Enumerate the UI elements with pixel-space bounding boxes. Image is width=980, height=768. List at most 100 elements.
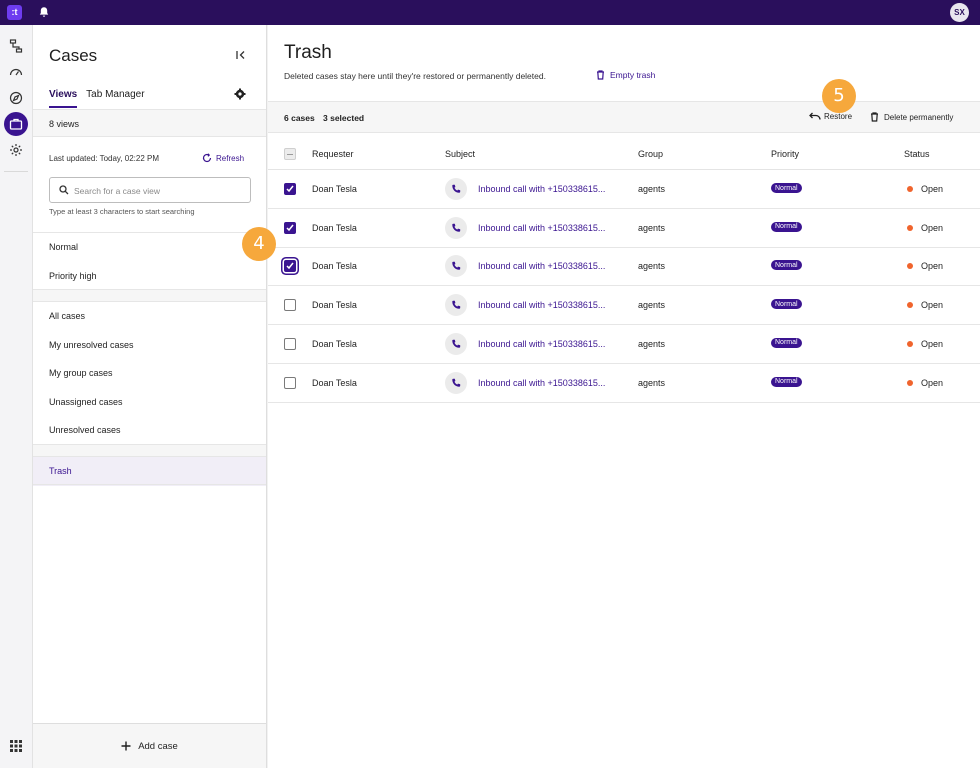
- search-input[interactable]: [74, 183, 244, 198]
- divider: [33, 484, 266, 485]
- table-row[interactable]: Doan Tesla Inbound call with +150338615..…: [268, 170, 980, 209]
- status-dot: [907, 340, 913, 347]
- flow-icon[interactable]: [8, 38, 24, 54]
- restore-button[interactable]: Restore: [809, 112, 852, 121]
- empty-trash-label: Empty trash: [610, 70, 656, 80]
- sidebar-item-unresolved[interactable]: Unresolved cases: [33, 416, 266, 445]
- priority-badge: Normal: [771, 299, 802, 310]
- row-checkbox[interactable]: [284, 299, 296, 312]
- compass-icon[interactable]: [8, 90, 24, 106]
- table-row[interactable]: Doan Tesla Inbound call with +150338615..…: [268, 209, 980, 248]
- views-count-bar: 8 views: [33, 109, 266, 137]
- row-checkbox[interactable]: [284, 183, 296, 195]
- group-divider: [33, 444, 266, 456]
- column-header-subject[interactable]: Subject: [445, 149, 475, 159]
- table-row[interactable]: Doan Tesla Inbound call with +150338615..…: [268, 247, 980, 287]
- last-updated: Last updated: Today, 02:22 PM: [49, 154, 160, 163]
- subject-link[interactable]: Inbound call with +150338615...: [478, 261, 624, 271]
- rail-divider: [4, 171, 28, 172]
- group-cell: agents: [638, 377, 666, 388]
- tab-views[interactable]: Views: [49, 89, 78, 108]
- subject-link[interactable]: Inbound call with +150338615...: [478, 378, 624, 388]
- requester-cell: Doan Tesla: [312, 222, 357, 233]
- collapse-sidebar-icon[interactable]: [235, 49, 247, 61]
- sidebar-item-trash[interactable]: Trash: [33, 457, 266, 486]
- select-all-checkbox[interactable]: [284, 148, 296, 160]
- refresh-button[interactable]: Refresh: [202, 153, 244, 163]
- requester-cell: Doan Tesla: [312, 377, 357, 388]
- search-icon: [59, 185, 69, 195]
- subject-link[interactable]: Inbound call with +150338615...: [478, 300, 624, 310]
- settings-icon[interactable]: [8, 142, 24, 158]
- bell-icon[interactable]: [38, 6, 50, 18]
- app-logo[interactable]: :t: [7, 5, 22, 20]
- briefcase-icon[interactable]: [4, 112, 28, 136]
- column-header-requester[interactable]: Requester: [312, 149, 354, 159]
- search-hint: Type at least 3 characters to start sear…: [49, 207, 195, 216]
- views-group-priority: Normal Priority high: [33, 232, 266, 290]
- sidebar-item-priority-high[interactable]: Priority high: [33, 262, 266, 291]
- group-cell: agents: [638, 338, 666, 349]
- add-case-button[interactable]: Add case: [33, 723, 266, 768]
- requester-cell: Doan Tesla: [312, 261, 357, 272]
- row-checkbox[interactable]: [284, 260, 296, 273]
- selected-count: 3 selected: [323, 113, 365, 123]
- sidebar-item-unassigned[interactable]: Unassigned cases: [33, 388, 266, 417]
- user-avatar[interactable]: SX: [950, 3, 969, 22]
- row-checkbox[interactable]: [284, 337, 296, 350]
- table-row[interactable]: Doan Tesla Inbound call with +150338615..…: [268, 364, 980, 403]
- status-label: Open: [921, 338, 944, 349]
- phone-icon: [445, 371, 467, 394]
- refresh-icon: [202, 153, 212, 163]
- delete-permanently-button[interactable]: Delete permanently: [870, 112, 953, 122]
- search-views-field[interactable]: [49, 177, 251, 203]
- subject-link[interactable]: Inbound call with +150338615...: [478, 223, 624, 233]
- apps-grid-icon[interactable]: [8, 738, 24, 754]
- row-checkbox[interactable]: [284, 376, 296, 389]
- sidebar-item-my-group[interactable]: My group cases: [33, 359, 266, 388]
- add-case-label: Add case: [138, 740, 178, 752]
- phone-icon: [445, 216, 467, 239]
- phone-icon: [445, 178, 467, 200]
- table-row[interactable]: Doan Tesla Inbound call with +150338615..…: [268, 325, 980, 364]
- status-cell: Open: [907, 261, 943, 271]
- column-header-group[interactable]: Group: [638, 149, 663, 159]
- status-label: Open: [921, 377, 944, 388]
- sidebar-item-normal[interactable]: Normal: [33, 233, 266, 262]
- group-cell: agents: [638, 300, 666, 311]
- case-count: 6 cases: [284, 113, 315, 123]
- trash-icon: [871, 112, 878, 122]
- gear-icon[interactable]: [234, 88, 246, 100]
- group-divider: [33, 289, 266, 301]
- status-cell: Open: [907, 339, 943, 349]
- group-cell: agents: [638, 184, 666, 194]
- subject-link[interactable]: Inbound call with +150338615...: [478, 184, 624, 194]
- status-cell: Open: [907, 378, 943, 388]
- status-label: Open: [921, 300, 944, 311]
- delete-permanently-label: Delete permanently: [884, 112, 954, 122]
- sidebar-title: Cases: [49, 46, 98, 65]
- tab-tab-manager[interactable]: Tab Manager: [86, 89, 144, 108]
- requester-cell: Doan Tesla: [312, 300, 357, 311]
- priority-badge: Normal: [771, 221, 802, 232]
- sidebar-item-my-unresolved[interactable]: My unresolved cases: [33, 331, 266, 360]
- undo-icon: [809, 112, 821, 120]
- trash-icon: [597, 70, 604, 80]
- requester-cell: Doan Tesla: [312, 338, 357, 349]
- refresh-label: Refresh: [216, 153, 245, 163]
- views-count: 8 views: [49, 119, 80, 129]
- column-header-status[interactable]: Status: [904, 149, 930, 159]
- dashboard-icon[interactable]: [8, 64, 24, 80]
- phone-icon: [445, 294, 467, 317]
- requester-cell: Doan Tesla: [312, 184, 357, 194]
- row-checkbox[interactable]: [284, 221, 296, 234]
- priority-badge: Normal: [771, 376, 802, 387]
- sidebar-item-all-cases[interactable]: All cases: [33, 302, 266, 331]
- views-group-trash: Trash: [33, 456, 266, 486]
- column-header-priority[interactable]: Priority: [771, 149, 799, 159]
- table-row[interactable]: Doan Tesla Inbound call with +150338615..…: [268, 286, 980, 326]
- priority-badge: Normal: [771, 337, 802, 348]
- subject-link[interactable]: Inbound call with +150338615...: [478, 339, 624, 349]
- status-label: Open: [921, 261, 944, 272]
- empty-trash-button[interactable]: Empty trash: [596, 70, 655, 80]
